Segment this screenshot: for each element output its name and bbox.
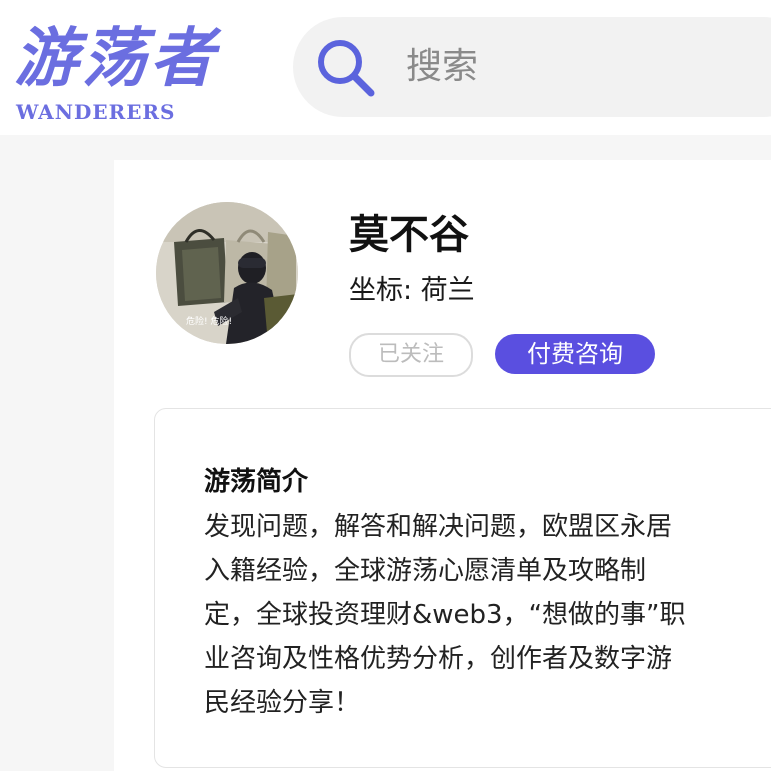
search-icon[interactable] [315, 37, 377, 99]
intro-line: 业咨询及性格优势分析，创作者及数字游 [204, 644, 673, 674]
intro-line: 民经验分享！ [204, 688, 361, 718]
intro-line: 发现问题，解答和解决问题，欧盟区永居 [204, 512, 673, 542]
intro-line: 定，全球投资理财&web3，“想做的事”职 [204, 600, 686, 630]
logo-chinese-text: 游荡者 [14, 21, 218, 96]
page: 游荡者 WANDERERS 搜索 危险! 危险! 莫不谷 坐标: 荷兰 已关注 … [0, 0, 771, 771]
profile-location: 坐标: 荷兰 [349, 275, 475, 306]
brand-logo[interactable]: 游荡者 WANDERERS [14, 20, 246, 125]
avatar[interactable]: 危险! 危险! [156, 202, 298, 344]
profile-name: 莫不谷 [349, 212, 469, 258]
search-bar[interactable]: 搜索 [293, 17, 771, 117]
avatar-caption: 危险! 危险! [186, 315, 232, 327]
header: 游荡者 WANDERERS 搜索 [0, 0, 771, 135]
intro-line: 入籍经验，全球游荡心愿清单及攻略制 [204, 556, 647, 586]
logo-english-text: WANDERERS [16, 100, 176, 124]
intro-title: 游荡简介 [204, 467, 309, 497]
paid-consult-button[interactable]: 付费咨询 [495, 334, 655, 374]
followed-button[interactable]: 已关注 [349, 333, 473, 377]
search-input[interactable]: 搜索 [406, 42, 478, 92]
intro-text: 发现问题，解答和解决问题，欧盟区永居 入籍经验，全球游荡心愿清单及攻略制 定，全… [204, 505, 724, 725]
